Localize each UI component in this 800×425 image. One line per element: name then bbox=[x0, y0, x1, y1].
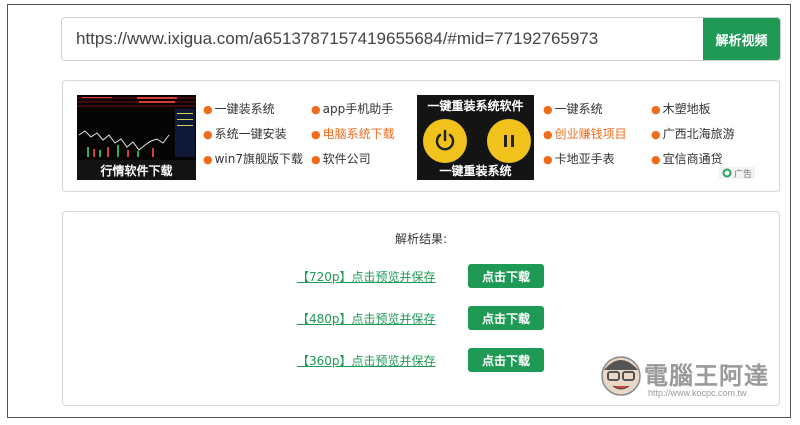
result-row: 【720p】点击预览并保存 点击下载 bbox=[297, 263, 544, 289]
download-button[interactable]: 点击下载 bbox=[468, 264, 544, 288]
preview-save-link[interactable]: 【480p】点击预览并保存 bbox=[297, 310, 467, 327]
ad-link[interactable]: ● 木塑地板 bbox=[651, 97, 735, 122]
ad-links-col4: ● 木塑地板 ● 广西北海旅游 ● 宜信商通贷 bbox=[651, 97, 735, 172]
result-row: 【360p】点击预览并保存 点击下载 bbox=[297, 347, 544, 373]
download-button[interactable]: 点击下载 bbox=[468, 348, 544, 372]
power-icon bbox=[423, 119, 467, 163]
ad-image-caption: 一键重装系统 bbox=[439, 164, 512, 178]
watermark-text: 電腦王阿達 bbox=[644, 362, 769, 390]
ad-links-col1: ● 一键装系统 ● 系统一键安装 ● win7旗舰版下载 bbox=[203, 97, 303, 172]
ad-image-reinstall-system[interactable]: 一键重装系统软件 一键重装系统 bbox=[417, 95, 534, 180]
ad-panel: 行情软件下载 ● 一键装系统 ● 系统一键安装 ● win7旗舰版下载 ● app手机助… bbox=[62, 80, 780, 192]
parse-video-button[interactable]: 解析视频 bbox=[703, 18, 780, 60]
ad-link[interactable]: ● 一键系统 bbox=[543, 97, 627, 122]
watermark: 電腦王阿達 http://www.kocpc.com.tw bbox=[598, 350, 788, 405]
ad-link[interactable]: ● 软件公司 bbox=[311, 147, 395, 172]
mascot-face-icon bbox=[601, 356, 641, 396]
result-row: 【480p】点击预览并保存 点击下载 bbox=[297, 305, 544, 331]
ad-image-stock-software[interactable]: 行情软件下载 bbox=[77, 95, 196, 180]
ad-link[interactable]: ● 系统一键安装 bbox=[203, 122, 303, 147]
stock-chart-thumbnail bbox=[77, 95, 196, 160]
ad-link[interactable]: ● 一键装系统 bbox=[203, 97, 303, 122]
ad-link[interactable]: ● 卡地亚手表 bbox=[543, 147, 627, 172]
ad-link[interactable]: ● 电脑系统下载 bbox=[311, 122, 395, 147]
preview-save-link[interactable]: 【720p】点击预览并保存 bbox=[297, 268, 467, 285]
ad-link[interactable]: ● 广西北海旅游 bbox=[651, 122, 735, 147]
ad-badge[interactable]: 广告 bbox=[719, 167, 756, 180]
ad-links-col2: ● app手机助手 ● 电脑系统下载 ● 软件公司 bbox=[311, 97, 395, 172]
ad-logo-icon bbox=[722, 168, 732, 178]
ad-link[interactable]: ● app手机助手 bbox=[311, 97, 395, 122]
ad-link[interactable]: ● 创业赚钱项目 bbox=[543, 122, 627, 147]
url-bar: 解析视频 bbox=[61, 17, 781, 61]
preview-save-link[interactable]: 【360p】点击预览并保存 bbox=[297, 352, 467, 369]
download-button[interactable]: 点击下载 bbox=[468, 306, 544, 330]
watermark-url: http://www.kocpc.com.tw bbox=[648, 388, 747, 398]
ad-link[interactable]: ● win7旗舰版下载 bbox=[203, 147, 303, 172]
ad-links-col3: ● 一键系统 ● 创业赚钱项目 ● 卡地亚手表 bbox=[543, 97, 627, 172]
pause-icon bbox=[487, 119, 531, 163]
results-title: 解析结果: bbox=[394, 232, 448, 246]
ad-image-title: 一键重装系统软件 bbox=[427, 99, 524, 113]
ad-image-caption: 行情软件下载 bbox=[77, 160, 196, 180]
video-url-input[interactable] bbox=[62, 18, 703, 60]
